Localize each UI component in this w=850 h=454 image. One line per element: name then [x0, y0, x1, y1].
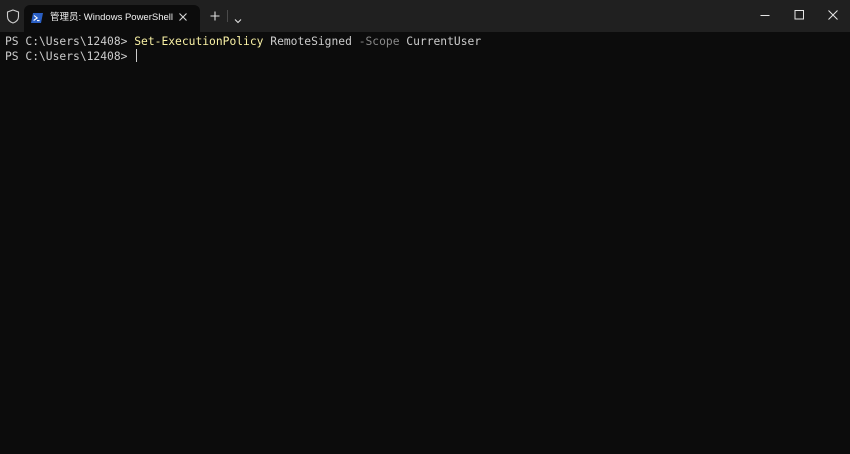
close-window-button[interactable]: [816, 0, 850, 30]
titlebar-divider: [227, 10, 228, 22]
minimize-button[interactable]: [748, 0, 782, 30]
terminal-window: 管理员: Windows PowerShell PS C:\Users\1240…: [0, 0, 850, 454]
text-cursor: [136, 49, 138, 62]
terminal-line: PS C:\Users\12408>: [5, 49, 138, 64]
close-icon: [828, 10, 838, 20]
title-bar[interactable]: 管理员: Windows PowerShell: [0, 0, 850, 32]
minimize-icon: [760, 15, 770, 16]
close-icon: [179, 13, 187, 21]
maximize-button[interactable]: [782, 0, 816, 30]
new-tab-button[interactable]: [207, 8, 223, 24]
tab-dropdown-button[interactable]: [232, 11, 244, 24]
cmdlet: Set-ExecutionPolicy: [134, 35, 264, 48]
argument: RemoteSigned: [263, 35, 359, 48]
powershell-icon: [31, 13, 43, 23]
prompt: PS C:\Users\12408>: [5, 50, 135, 63]
terminal-output[interactable]: PS C:\Users\12408> Set-ExecutionPolicy R…: [0, 32, 850, 454]
tab-powershell[interactable]: 管理员: Windows PowerShell: [24, 5, 200, 32]
argument: CurrentUser: [399, 35, 482, 48]
maximize-icon: [794, 10, 804, 20]
tab-close-button[interactable]: [177, 11, 189, 23]
plus-icon: [210, 11, 220, 21]
parameter: -Scope: [358, 35, 400, 48]
terminal-line: PS C:\Users\12408> Set-ExecutionPolicy R…: [5, 35, 481, 49]
shield-icon: [6, 9, 20, 24]
prompt: PS C:\Users\12408>: [5, 35, 135, 48]
tab-title: 管理员: Windows PowerShell: [50, 12, 174, 23]
chevron-down-icon: [234, 19, 242, 24]
